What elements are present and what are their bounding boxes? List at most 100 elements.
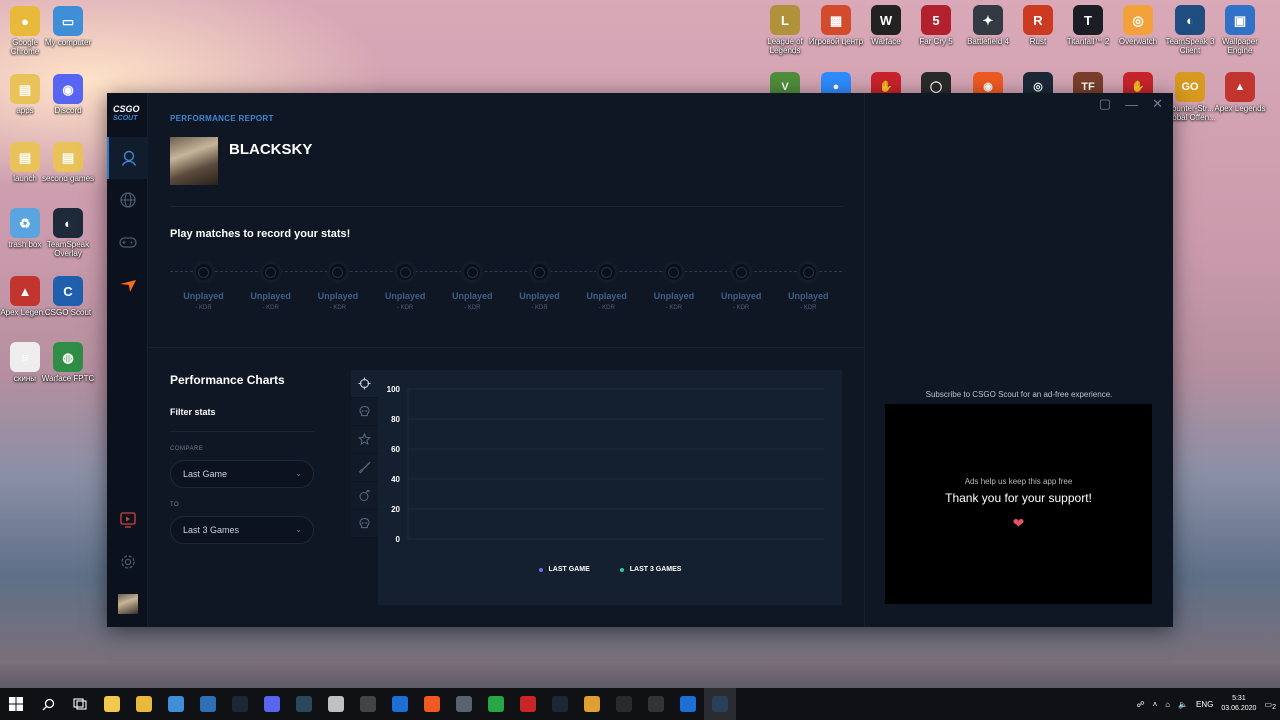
taskbar: ☍ ˄ ⌂ 🔈 ENG 5:31 03.06.2020 ▭ 2 <box>0 688 1280 720</box>
y-tick-label: 80 <box>391 415 400 424</box>
taskbar-app[interactable] <box>256 688 288 720</box>
people-icon[interactable]: ☍ <box>1136 700 1144 709</box>
taskbar-app[interactable] <box>672 688 704 720</box>
start-button[interactable] <box>0 688 32 720</box>
file-explorer-icon <box>104 696 120 712</box>
desktop-icon[interactable]: ▣ Wallpaper Engine <box>1212 5 1268 55</box>
taskbar-app[interactable] <box>128 688 160 720</box>
divider <box>170 206 842 207</box>
app-icon: 5 <box>921 5 951 35</box>
sidebar-item-settings[interactable] <box>107 541 148 583</box>
compare-select[interactable]: Last Game ⌄ <box>170 460 314 488</box>
ad-subscribe-text[interactable]: Subscribe to CSGO Scout for an ad-free e… <box>865 390 1173 399</box>
app-icon <box>648 696 664 712</box>
match-item[interactable]: Unplayed - KDR <box>640 259 707 311</box>
match-status: Unplayed <box>183 291 224 301</box>
chevron-down-icon: ⌄ <box>295 525 302 534</box>
match-status: Unplayed <box>384 291 426 301</box>
search-button[interactable] <box>32 688 64 720</box>
desktop-icon[interactable]: ◐ TeamSpeak Overlay <box>40 208 96 258</box>
sidebar-item-world[interactable] <box>107 179 148 221</box>
taskbar-app[interactable] <box>640 688 672 720</box>
clock[interactable]: 5:31 03.06.2020 <box>1221 694 1256 714</box>
desktop-icon[interactable]: ◍ Warface FPTC <box>40 342 96 383</box>
sidebar-item-video[interactable] <box>107 499 148 541</box>
volume-icon[interactable]: 🔈 <box>1178 700 1188 709</box>
match-item[interactable]: Unplayed - KDR <box>775 259 842 311</box>
taskbar-app[interactable] <box>224 688 256 720</box>
taskbar-app[interactable] <box>192 688 224 720</box>
desktop-icon[interactable]: ▦ Игровой центр <box>808 5 864 46</box>
taskbar-app[interactable] <box>544 688 576 720</box>
sidebar-item-account[interactable] <box>107 583 148 625</box>
desktop-icon[interactable]: T Titanfall™ 2 <box>1060 5 1116 46</box>
network-icon[interactable]: ⌂ <box>1165 700 1170 709</box>
notification-center-button[interactable]: ▭ 2 <box>1264 700 1276 711</box>
match-kdr: - KDR <box>464 305 481 311</box>
clock-time: 5:31 <box>1232 695 1246 702</box>
sidebar-item-games[interactable] <box>107 221 148 263</box>
taskbar-app[interactable] <box>96 688 128 720</box>
desktop-icon[interactable]: ▭ My computer <box>40 6 96 47</box>
ad-box[interactable]: Ads help us keep this app free Thank you… <box>885 404 1152 604</box>
app-icon: ♻ <box>10 208 40 238</box>
csgo-scout-icon <box>712 696 728 712</box>
sidebar-item-faceit[interactable] <box>107 265 148 307</box>
match-item[interactable]: Unplayed - KDR <box>372 259 439 311</box>
taskbar-app[interactable] <box>384 688 416 720</box>
desktop-icon[interactable]: ◐ TeamSpeak 3 Client <box>1162 5 1218 55</box>
tab-utility[interactable] <box>351 482 378 510</box>
tab-rating[interactable] <box>351 426 378 454</box>
taskbar-app[interactable] <box>416 688 448 720</box>
desktop-icon[interactable]: ◉ Discord <box>40 74 96 115</box>
desktop-icon[interactable]: ▤ second games <box>40 142 96 183</box>
match-kdr: - KDR <box>732 305 750 311</box>
tab-aim[interactable] <box>351 370 378 398</box>
tab-deaths[interactable] <box>351 510 378 538</box>
video-screen-icon <box>119 512 136 528</box>
desktop-icon[interactable]: ✦ Battlefield 4 <box>960 5 1016 46</box>
task-view-button[interactable] <box>64 688 96 720</box>
taskbar-app[interactable] <box>480 688 512 720</box>
taskbar-app[interactable] <box>160 688 192 720</box>
chevron-up-icon[interactable]: ˄ <box>1153 700 1158 709</box>
match-item[interactable]: Unplayed - KDR <box>573 259 640 311</box>
taskbar-app[interactable] <box>608 688 640 720</box>
taskbar-app[interactable] <box>448 688 480 720</box>
sidebar-item-profile[interactable] <box>107 137 148 179</box>
desktop-icon-label: TeamSpeak Overlay <box>46 240 90 258</box>
language-indicator[interactable]: ENG <box>1196 700 1213 709</box>
match-item[interactable]: Unplayed - KDR <box>506 259 573 311</box>
desktop-icon[interactable]: C CSGO Scout <box>40 276 96 317</box>
taskbar-app[interactable] <box>576 688 608 720</box>
taskbar-app[interactable] <box>352 688 384 720</box>
desktop-icon[interactable]: ◎ Overwatch <box>1110 5 1166 46</box>
to-select[interactable]: Last 3 Games ⌄ <box>170 516 314 544</box>
legend-item-last-3-games[interactable]: LAST 3 GAMES <box>619 566 681 573</box>
taskbar-app[interactable] <box>288 688 320 720</box>
tab-headshots[interactable] <box>351 398 378 426</box>
filter-stats-title: Filter stats <box>170 407 216 417</box>
match-item[interactable]: Unplayed - KDR <box>439 259 506 311</box>
match-item[interactable]: Unplayed - KDR <box>304 259 371 311</box>
desktop-icon[interactable]: 5 Far Cry 5 <box>908 5 964 46</box>
desktop-icon-label: Rust <box>1029 37 1047 46</box>
tab-knife[interactable] <box>351 454 378 482</box>
desktop-icon[interactable]: R Rust <box>1010 5 1066 46</box>
app-icon: ▤ <box>10 142 40 172</box>
taskbar-app[interactable] <box>512 688 544 720</box>
app-icon: ▣ <box>1225 5 1255 35</box>
desktop-icon[interactable]: W Warface <box>858 5 914 46</box>
desktop-icon[interactable]: L League of Legends <box>757 5 813 55</box>
match-item[interactable]: Unplayed - KDR <box>170 259 237 311</box>
match-item[interactable]: Unplayed - KDR <box>708 259 775 311</box>
desktop-icon[interactable]: ▲ Apex Legends <box>1212 72 1268 113</box>
gamepad-icon <box>118 237 137 248</box>
match-status: Unplayed <box>452 291 493 301</box>
taskbar-app[interactable] <box>320 688 352 720</box>
match-dot-icon <box>192 261 215 283</box>
desktop-icon-label: Игровой центр <box>808 37 864 46</box>
match-item[interactable]: Unplayed - KDR <box>237 259 304 311</box>
legend-item-last-game[interactable]: LAST GAME <box>538 566 590 573</box>
taskbar-app[interactable] <box>704 688 736 720</box>
